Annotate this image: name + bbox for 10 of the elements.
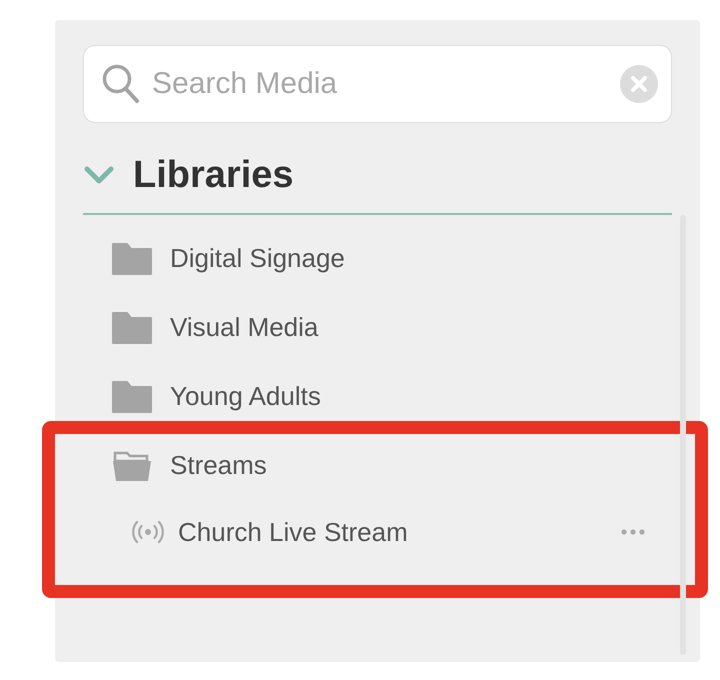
stream-name[interactable]: Church Live Stream xyxy=(178,516,609,548)
section-title[interactable]: Libraries xyxy=(133,154,294,196)
search-field[interactable]: Search Media xyxy=(83,45,672,123)
folder-name[interactable]: Young Adults xyxy=(170,381,321,412)
more-icon[interactable] xyxy=(621,529,645,535)
clear-icon[interactable] xyxy=(620,65,658,103)
folder-name[interactable]: Digital Signage xyxy=(170,243,345,274)
folder-name[interactable]: Visual Media xyxy=(170,312,318,343)
folder-name[interactable]: Streams xyxy=(170,450,267,481)
chevron-icon[interactable] xyxy=(83,165,115,185)
